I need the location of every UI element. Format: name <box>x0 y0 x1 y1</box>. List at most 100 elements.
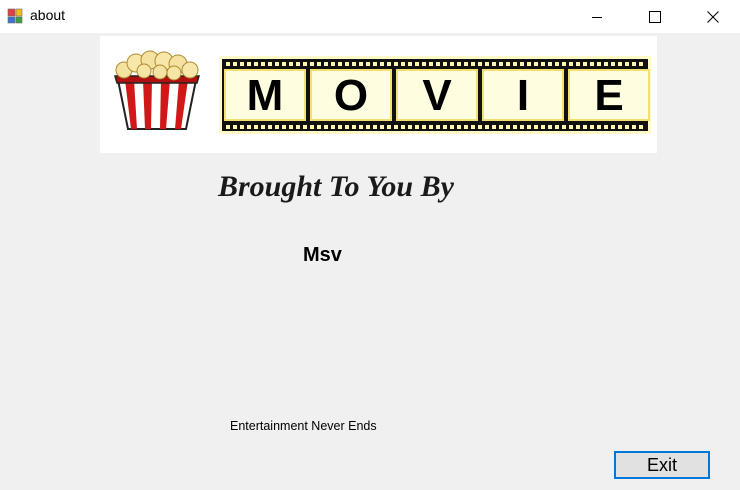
sprocket-hole <box>604 125 608 129</box>
sprocket-hole <box>436 62 440 66</box>
sprocket-hole <box>240 62 244 66</box>
sprocket-hole <box>261 125 265 129</box>
sprocket-hole <box>611 125 615 129</box>
tagline-text: Entertainment Never Ends <box>230 419 377 433</box>
sprocket-hole <box>261 62 265 66</box>
sprocket-hole <box>373 62 377 66</box>
sprocket-hole <box>296 62 300 66</box>
sprocket-hole <box>345 62 349 66</box>
author-name: Msv <box>303 244 342 266</box>
sprocket-hole <box>408 125 412 129</box>
sprocket-hole <box>282 125 286 129</box>
sprocket-hole <box>562 62 566 66</box>
sprocket-hole <box>317 62 321 66</box>
sprocket-hole <box>471 125 475 129</box>
sprocket-hole <box>534 125 538 129</box>
sprocket-hole <box>275 125 279 129</box>
sprocket-hole <box>394 125 398 129</box>
sprocket-hole <box>268 62 272 66</box>
sprocket-hole <box>233 125 237 129</box>
minimize-button[interactable] <box>568 0 626 33</box>
brought-to-you-by-heading: Brought To You By <box>218 170 454 203</box>
sprocket-hole <box>513 125 517 129</box>
sprocket-hole <box>415 62 419 66</box>
sprocket-hole <box>247 62 251 66</box>
sprocket-hole <box>275 62 279 66</box>
banner-letter: E <box>594 71 623 120</box>
sprocket-hole <box>450 62 454 66</box>
sprocket-hole <box>387 62 391 66</box>
sprocket-hole <box>520 125 524 129</box>
sprocket-hole <box>555 62 559 66</box>
sprocket-hole <box>429 125 433 129</box>
sprocket-hole <box>310 62 314 66</box>
sprocket-hole <box>338 125 342 129</box>
sprocket-hole <box>373 125 377 129</box>
sprocket-hole <box>303 62 307 66</box>
sprocket-hole <box>401 125 405 129</box>
sprocket-hole <box>422 62 426 66</box>
sprocket-hole <box>254 125 258 129</box>
sprocket-hole <box>226 62 230 66</box>
close-button[interactable] <box>684 0 740 33</box>
sprocket-hole <box>478 62 482 66</box>
popcorn-icon <box>114 50 200 130</box>
sprocket-hole <box>303 125 307 129</box>
sprocket-hole <box>576 125 580 129</box>
window-title: about <box>30 7 66 23</box>
sprocket-hole <box>583 125 587 129</box>
sprocket-hole <box>541 125 545 129</box>
sprocket-hole <box>310 125 314 129</box>
sprocket-hole <box>548 125 552 129</box>
sprocket-hole <box>527 125 531 129</box>
sprocket-hole <box>485 62 489 66</box>
sprocket-hole <box>443 62 447 66</box>
sprocket-hole <box>324 125 328 129</box>
sprocket-hole <box>394 62 398 66</box>
sprocket-hole <box>597 125 601 129</box>
sprocket-hole <box>506 125 510 129</box>
sprocket-hole <box>506 62 510 66</box>
sprocket-hole <box>471 62 475 66</box>
sprocket-hole <box>331 125 335 129</box>
banner-graphic: MOVIE <box>114 50 651 134</box>
sprocket-hole <box>485 125 489 129</box>
maximize-button[interactable] <box>626 0 684 33</box>
banner-letter: O <box>334 71 368 120</box>
sprocket-hole <box>359 125 363 129</box>
close-icon <box>707 10 719 23</box>
sprocket-hole <box>387 125 391 129</box>
maximize-icon <box>649 10 661 23</box>
sprocket-hole <box>632 125 636 129</box>
sprocket-hole <box>590 62 594 66</box>
sprocket-hole <box>548 62 552 66</box>
sprocket-hole <box>562 125 566 129</box>
sprocket-hole <box>338 62 342 66</box>
sprocket-hole <box>380 125 384 129</box>
sprocket-hole <box>597 62 601 66</box>
minimize-icon <box>592 16 602 18</box>
sprocket-hole <box>352 62 356 66</box>
sprocket-hole <box>422 125 426 129</box>
sprocket-hole <box>513 62 517 66</box>
sprocket-hole <box>618 125 622 129</box>
sprocket-hole <box>457 125 461 129</box>
sprocket-hole <box>415 125 419 129</box>
sprocket-hole <box>268 125 272 129</box>
sprocket-hole <box>625 62 629 66</box>
banner-letter: I <box>517 71 529 120</box>
title-bar: about <box>0 0 740 33</box>
sprocket-hole <box>240 125 244 129</box>
sprocket-hole <box>457 62 461 66</box>
sprocket-hole <box>583 62 587 66</box>
sprocket-hole <box>282 62 286 66</box>
sprocket-hole <box>520 62 524 66</box>
sprocket-hole <box>296 125 300 129</box>
exit-button[interactable]: Exit <box>614 451 710 479</box>
sprocket-hole <box>625 125 629 129</box>
sprocket-hole <box>478 125 482 129</box>
sprocket-hole <box>527 62 531 66</box>
sprocket-hole <box>604 62 608 66</box>
banner-letter: V <box>422 71 452 120</box>
sprocket-hole <box>366 125 370 129</box>
